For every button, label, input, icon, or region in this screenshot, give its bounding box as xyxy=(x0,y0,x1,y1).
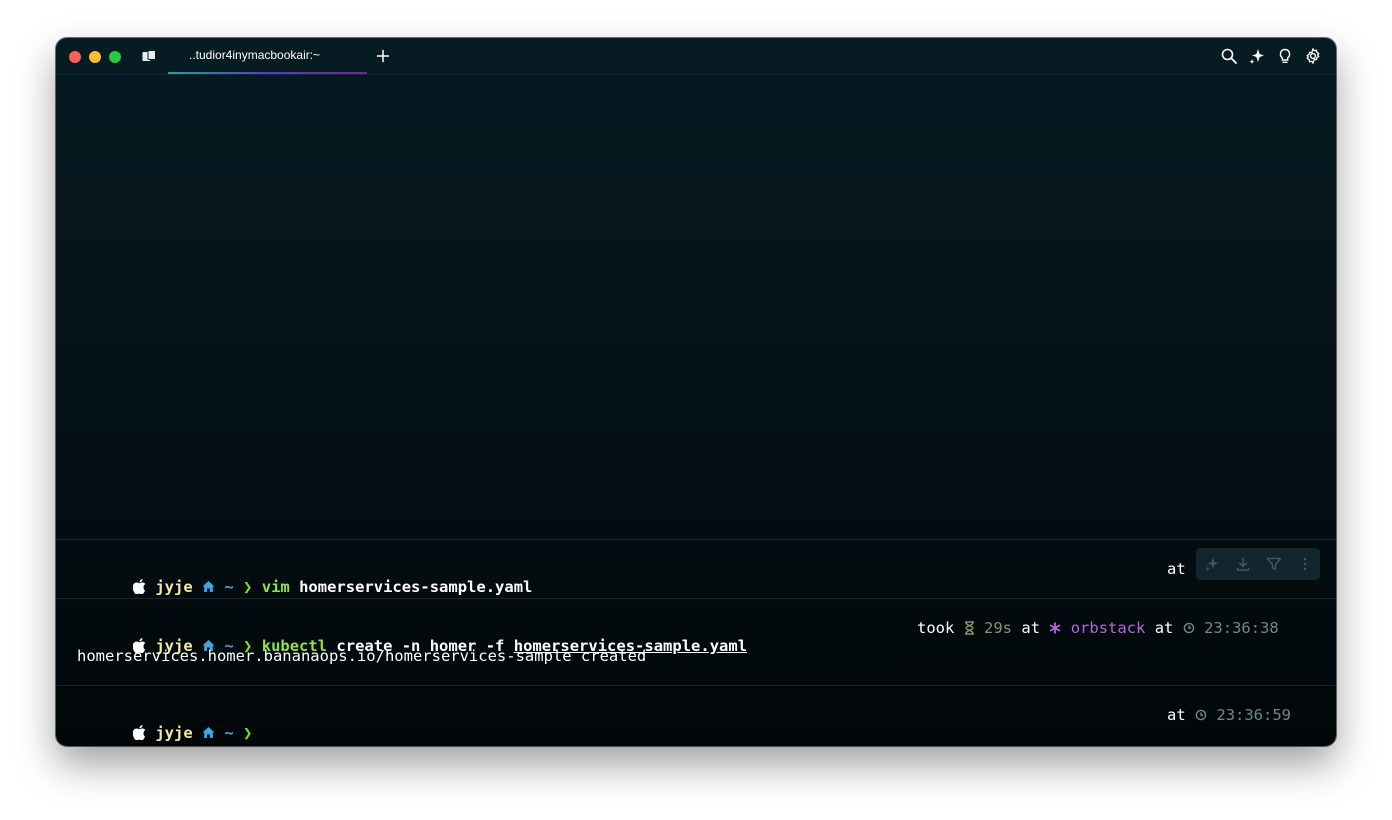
at-label: at xyxy=(1167,706,1186,724)
download-icon[interactable] xyxy=(1235,556,1251,572)
home-icon xyxy=(202,727,215,738)
block-status-line: took 29s at orbstack at 23:36:38 xyxy=(917,619,1279,637)
lightbulb-icon[interactable] xyxy=(1276,47,1294,65)
block-status-line: at 23:36:59 xyxy=(1167,706,1291,724)
command-block-kubectl[interactable]: jyje ~ ❯ kubectl create -n homer -f home… xyxy=(56,598,1336,685)
command-name: vim xyxy=(261,578,290,596)
clock-icon xyxy=(1195,709,1207,721)
new-tab-plus-icon[interactable] xyxy=(374,47,392,65)
search-icon[interactable] xyxy=(1220,47,1238,65)
prompt-arrow: ❯ xyxy=(243,578,253,596)
apple-logo-icon xyxy=(133,725,146,740)
active-prompt-block[interactable]: jyje ~ ❯ at 23:36:59 xyxy=(56,685,1336,746)
title-bar: ..tudior4inymacbookair:~ xyxy=(56,38,1336,75)
hourglass-icon xyxy=(964,621,974,635)
tab-title: ..tudior4inymacbookair:~ xyxy=(189,48,321,62)
command-block-vim[interactable]: jyje ~ ❯ vim homerservices-sample.yaml a… xyxy=(56,539,1336,598)
command-args: homerservices-sample.yaml xyxy=(299,578,533,596)
filter-icon[interactable] xyxy=(1266,556,1282,572)
prompt-user: jyje xyxy=(155,724,193,742)
active-tab-indicator xyxy=(168,72,367,74)
kube-context-icon xyxy=(1050,622,1061,634)
tabs-panel-icon[interactable] xyxy=(142,50,156,62)
took-label: took xyxy=(917,619,955,637)
prompt-arrow: ❯ xyxy=(243,724,253,742)
more-options-icon[interactable] xyxy=(1297,556,1313,572)
zoom-window-button[interactable] xyxy=(109,51,121,63)
at-label: at xyxy=(1021,619,1041,637)
command-duration: 29s xyxy=(984,619,1013,637)
prompt-line: jyje ~ ❯ xyxy=(77,706,252,746)
prompt-directory: ~ xyxy=(224,578,234,596)
command-time: 23:36:59 xyxy=(1216,706,1292,724)
command-output: homerservices.homer.bananaops.io/homerse… xyxy=(77,647,647,665)
close-window-button[interactable] xyxy=(69,51,81,63)
prompt-directory: ~ xyxy=(224,724,234,742)
block-actions-toolbar xyxy=(1196,548,1320,580)
at-label: at xyxy=(1154,619,1174,637)
apple-logo-icon xyxy=(133,579,146,594)
clock-icon xyxy=(1183,622,1195,634)
settings-gear-icon[interactable] xyxy=(1304,47,1322,65)
kube-context: orbstack xyxy=(1070,619,1146,637)
tab-terminal[interactable]: ..tudior4inymacbookair:~ xyxy=(168,38,367,74)
ai-sparkle-icon[interactable] xyxy=(1248,47,1266,65)
command-time: 23:36:38 xyxy=(1204,619,1279,637)
terminal-window: ..tudior4inymacbookair:~ jyje ~ ❯ vim ho… xyxy=(56,38,1336,746)
prompt-user: jyje xyxy=(155,578,193,596)
ai-sparkle-icon[interactable] xyxy=(1204,556,1220,572)
home-icon xyxy=(202,581,215,592)
minimize-window-button[interactable] xyxy=(89,51,101,63)
titlebar-tools xyxy=(1220,47,1322,65)
block-timestamp-label: at xyxy=(1167,560,1186,578)
